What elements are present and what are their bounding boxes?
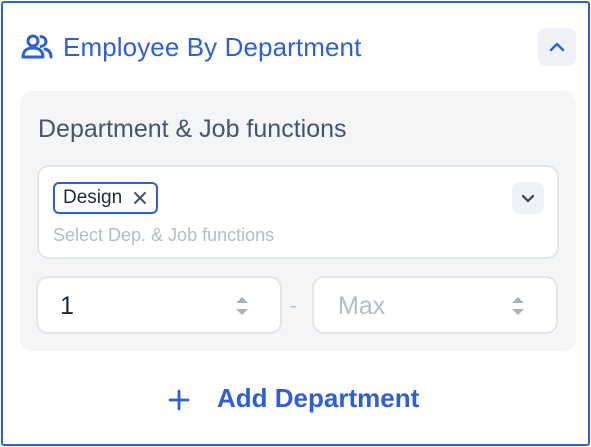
selected-chip-design: Design — [53, 182, 159, 214]
chip-label: Design — [63, 187, 123, 208]
min-employees-input[interactable]: 1 — [36, 276, 282, 334]
department-dropdown-button[interactable] — [512, 182, 544, 214]
department-select[interactable]: Design Select Dep. & Job functions — [37, 165, 559, 259]
users-icon — [21, 34, 53, 59]
plus-icon — [168, 389, 190, 411]
panel-title: Employee By Department — [63, 32, 362, 62]
range-separator: - — [290, 295, 297, 317]
department-select-placeholder[interactable]: Select Dep. & Job functions — [53, 225, 274, 246]
number-stepper-icon[interactable] — [234, 294, 250, 318]
min-employees-value[interactable]: 1 — [60, 292, 74, 321]
chevron-down-icon — [521, 194, 535, 203]
max-employees-input[interactable]: Max — [312, 276, 558, 334]
chevron-up-icon — [549, 42, 565, 52]
panel-header[interactable]: Employee By Department — [3, 3, 588, 91]
add-department-label: Add Department — [217, 383, 420, 413]
close-icon[interactable] — [133, 191, 147, 205]
number-stepper-icon[interactable] — [510, 294, 526, 318]
max-employees-placeholder[interactable]: Max — [338, 292, 385, 321]
department-label: Department & Job functions — [38, 115, 347, 143]
employee-by-department-panel: Employee By Department Department & Job … — [1, 1, 590, 446]
collapse-button[interactable] — [538, 28, 576, 66]
department-filter-card: Department & Job functions Design Select… — [20, 91, 576, 351]
